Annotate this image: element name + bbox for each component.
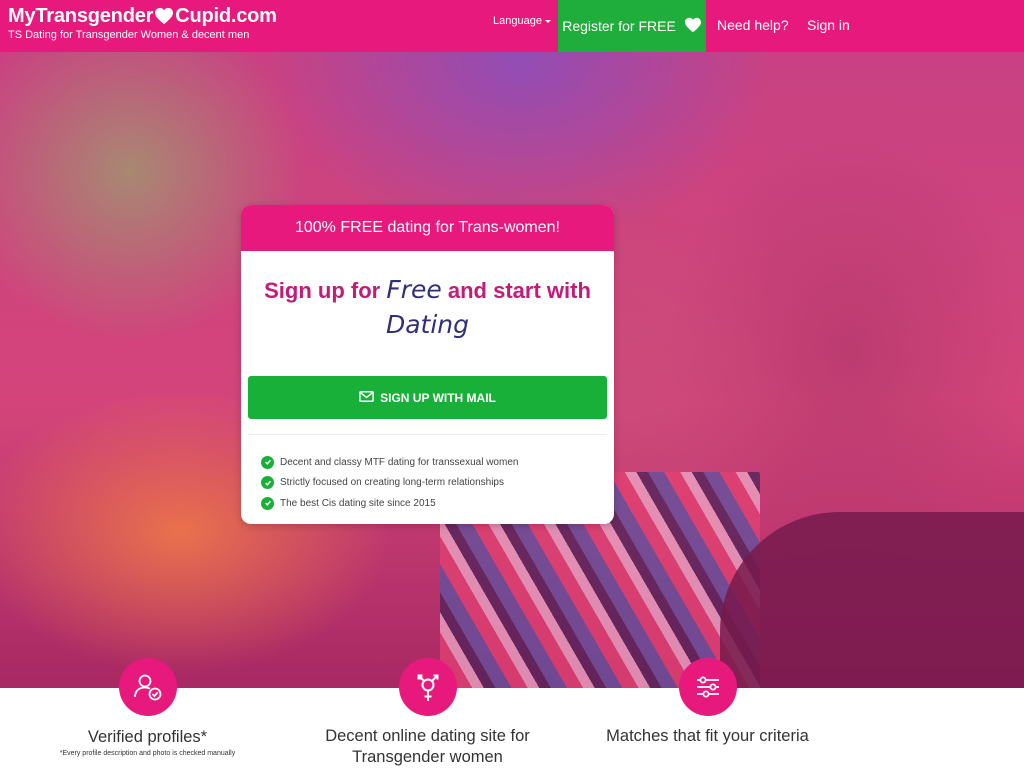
signup-card-header: 100% FREE dating for Trans-women! — [241, 205, 614, 251]
feature-matches: Matches that fit your criteria — [590, 658, 825, 747]
heart-icon — [154, 7, 174, 25]
list-item: The best Cis dating site since 2015 — [261, 493, 518, 514]
feature-verified-profiles: Verified profiles* *Every profile descri… — [40, 658, 255, 757]
feature-title: Matches that fit your criteria — [606, 727, 809, 745]
feature-title: Verified profiles* — [87, 728, 208, 746]
check-circle-icon — [261, 476, 274, 490]
benefit-text: Strictly focused on creating long-term r… — [280, 477, 504, 489]
sliders-icon — [678, 658, 737, 716]
language-label: Language — [493, 15, 542, 27]
logo-tagline: TS Dating for Transgender Women & decent… — [8, 29, 250, 41]
heart-icon — [684, 17, 702, 36]
register-label: Register for FREE — [562, 18, 676, 34]
headline-part2: and start with — [447, 278, 591, 303]
signup-benefits-list: Decent and classy MTF dating for transse… — [261, 452, 518, 514]
site-header: MyTransgender Cupid.com TS Dating for Tr… — [0, 0, 1024, 52]
check-circle-icon — [261, 455, 274, 469]
sign-up-button-label: SIGN UP WITH MAIL — [380, 390, 496, 405]
logo-title: MyTransgender Cupid.com — [8, 5, 277, 27]
logo-title-part2: Cupid.com — [175, 5, 277, 27]
verified-user-icon — [118, 658, 177, 716]
feature-decent-dating: Decent online dating site for Transgende… — [305, 658, 550, 768]
headline-part1: Sign up for — [264, 278, 381, 303]
sign-up-with-mail-button[interactable]: SIGN UP WITH MAIL — [248, 376, 607, 419]
benefit-text: Decent and classy MTF dating for transse… — [280, 456, 519, 468]
feature-title: Decent online dating site for Transgende… — [325, 727, 530, 766]
list-item: Strictly focused on creating long-term r… — [261, 473, 518, 494]
headline-dating: Dating — [385, 310, 470, 339]
feature-note: *Every profile description and photo is … — [59, 750, 236, 757]
signup-card: 100% FREE dating for Trans-women! Sign u… — [241, 205, 614, 524]
headline-free: Free — [386, 275, 442, 304]
card-divider — [248, 434, 607, 435]
transgender-symbol-icon — [398, 658, 457, 716]
signup-headline: Sign up for Free and start with Dating — [241, 273, 614, 343]
logo[interactable]: MyTransgender Cupid.com TS Dating for Tr… — [8, 5, 277, 42]
caret-down-icon — [544, 19, 551, 23]
list-item: Decent and classy MTF dating for transse… — [261, 452, 518, 473]
need-help-link[interactable]: Need help? — [717, 17, 789, 33]
register-button[interactable]: Register for FREE — [558, 0, 706, 52]
check-circle-icon — [261, 496, 274, 510]
envelope-icon — [359, 390, 374, 405]
language-dropdown[interactable]: Language — [493, 15, 551, 27]
logo-title-part1: MyTransgender — [8, 5, 154, 27]
sign-in-link[interactable]: Sign in — [807, 17, 850, 33]
benefit-text: The best Cis dating site since 2015 — [280, 497, 436, 509]
